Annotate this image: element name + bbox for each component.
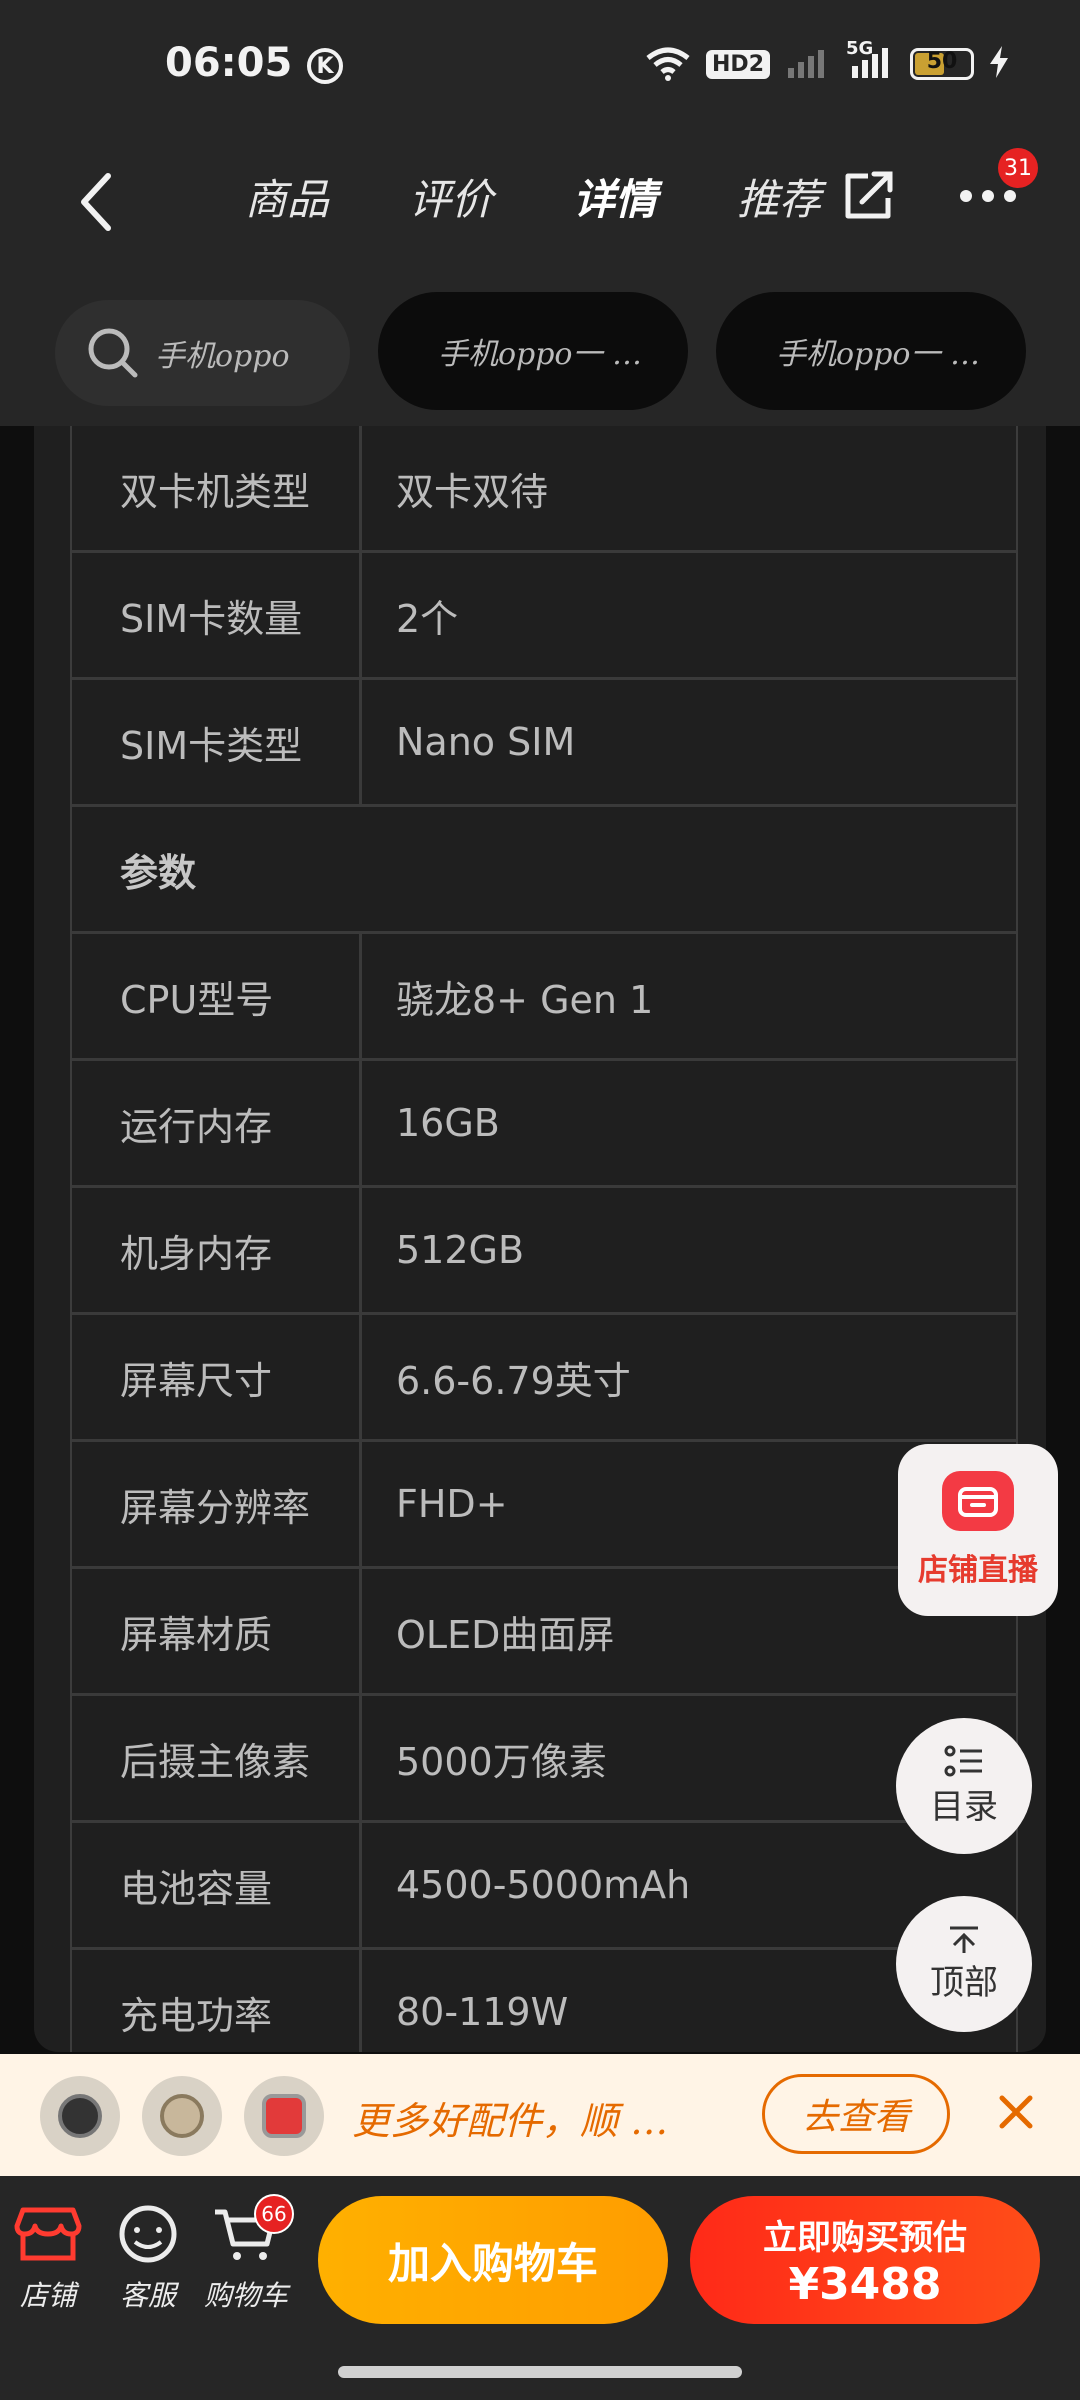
- status-bar: 06:05 K HD2 5G 50: [0, 0, 1080, 138]
- toc-button[interactable]: 目录: [896, 1718, 1032, 1854]
- back-icon[interactable]: [70, 162, 130, 242]
- nav-bar: 商品 评价 详情 推荐 31: [0, 138, 1080, 288]
- table-row: CPU型号 骁龙8+ Gen 1: [72, 934, 1016, 1061]
- search-chip-1[interactable]: 手机oppo一 …: [378, 292, 688, 410]
- bottom-action-bar: 店铺 客服 66 购物车 加入购物车 立即购买预估 ¥3488: [0, 2176, 1080, 2400]
- spec-key: 机身内存: [72, 1188, 362, 1312]
- store-icon: [14, 2207, 82, 2261]
- spec-key: 后摄主像素: [72, 1696, 362, 1820]
- spec-key: 屏幕材质: [72, 1569, 362, 1693]
- spec-key: 运行内存: [72, 1061, 362, 1185]
- spec-key: 屏幕尺寸: [72, 1315, 362, 1439]
- cart-tab[interactable]: 66 购物车: [204, 2194, 294, 2314]
- status-icons: HD2 5G 50: [644, 38, 1010, 84]
- top-label: 顶部: [930, 1962, 998, 2003]
- buy-now-button[interactable]: 立即购买预估 ¥3488: [690, 2196, 1040, 2324]
- charging-icon: [988, 44, 1010, 84]
- tab-recommend[interactable]: 推荐: [737, 166, 821, 227]
- search-icon: [88, 328, 138, 378]
- table-row: 屏幕分辨率 FHD+: [72, 1442, 1016, 1569]
- spec-key: SIM卡数量: [72, 553, 362, 677]
- table-row: 屏幕材质 OLED曲面屏: [72, 1569, 1016, 1696]
- spec-key: SIM卡类型: [72, 680, 362, 804]
- table-row: 运行内存 16GB: [72, 1061, 1016, 1188]
- close-icon[interactable]: [996, 2092, 1036, 2132]
- search-chip-label: 手机oppo一 …: [437, 337, 643, 372]
- service-icon: [119, 2205, 177, 2263]
- back-to-top-button[interactable]: 顶部: [896, 1896, 1032, 2032]
- spec-key: 屏幕分辨率: [72, 1442, 362, 1566]
- store-live-label: 店铺直播: [918, 1553, 1038, 1588]
- signal-1-icon: [784, 44, 832, 84]
- buy-now-price: ¥3488: [788, 2259, 942, 2310]
- promo-banner[interactable]: 更多好配件，顺 … 去查看: [0, 2054, 1080, 2176]
- spec-value: Nano SIM: [396, 720, 576, 764]
- spec-key: 双卡机类型: [72, 426, 362, 550]
- status-time: 06:05: [165, 40, 293, 86]
- product-thumbnail[interactable]: [40, 2076, 120, 2156]
- hd-badge: HD2: [706, 49, 770, 79]
- store-live-icon: [942, 1471, 1014, 1531]
- spec-value: 16GB: [396, 1101, 500, 1145]
- search-placeholder: 手机oppo: [155, 339, 290, 374]
- list-icon: [944, 1745, 982, 1776]
- table-row: SIM卡类型 Nano SIM: [72, 680, 1016, 807]
- table-row: SIM卡数量 2个: [72, 553, 1016, 680]
- tab-details[interactable]: 详情: [573, 166, 657, 227]
- search-chip-2[interactable]: 手机oppo一 …: [716, 292, 1026, 410]
- table-section-header: 参数: [72, 807, 1016, 934]
- spec-value: 骁龙8+ Gen 1: [396, 977, 654, 1022]
- table-row: 后摄主像素 5000万像素: [72, 1696, 1016, 1823]
- search-chip-label: 手机oppo一 …: [775, 337, 981, 372]
- search-box[interactable]: 手机oppo: [55, 300, 350, 406]
- search-row: 手机oppo 手机oppo一 … 手机oppo一 …: [0, 288, 1080, 426]
- spec-value: 2个: [396, 596, 459, 641]
- promo-text: 更多好配件，顺 …: [352, 2099, 669, 2143]
- toc-label: 目录: [930, 1786, 998, 1827]
- battery-icon: 50: [910, 48, 974, 80]
- cart-label: 购物车: [204, 2279, 289, 2312]
- arrow-up-icon: [950, 1926, 978, 1953]
- more-badge: 31: [998, 148, 1038, 188]
- spec-table: 双卡机类型 双卡双待 SIM卡数量 2个 SIM卡类型 Nano SIM 参数 CPU…: [70, 426, 1018, 2052]
- table-row: 机身内存 512GB: [72, 1188, 1016, 1315]
- tab-reviews[interactable]: 评价: [409, 166, 493, 227]
- cart-badge: 66: [254, 2194, 294, 2234]
- table-row: 充电功率 80-119W: [72, 1950, 1016, 2052]
- detail-content: 双卡机类型 双卡双待 SIM卡数量 2个 SIM卡类型 Nano SIM 参数 CPU…: [34, 426, 1046, 2052]
- store-tab[interactable]: 店铺: [8, 2204, 88, 2314]
- product-thumbnail[interactable]: [142, 2076, 222, 2156]
- section-title: 参数: [120, 850, 197, 895]
- spec-value: 6.6-6.79英寸: [396, 1358, 631, 1403]
- table-row: 双卡机类型 双卡双待: [72, 426, 1016, 553]
- spec-key: CPU型号: [72, 934, 362, 1058]
- add-to-cart-button[interactable]: 加入购物车: [318, 2196, 668, 2324]
- tab-bar: 商品 评价 详情 推荐: [245, 166, 821, 227]
- spec-key: 电池容量: [72, 1823, 362, 1947]
- spec-key: 充电功率: [72, 1950, 362, 2052]
- tab-product[interactable]: 商品: [245, 166, 329, 227]
- table-row: 屏幕尺寸 6.6-6.79英寸: [72, 1315, 1016, 1442]
- table-row: 电池容量 4500-5000mAh: [72, 1823, 1016, 1950]
- more-icon[interactable]: [958, 188, 1018, 204]
- share-icon[interactable]: [838, 166, 898, 226]
- app-k-icon: K: [307, 48, 343, 84]
- promo-view-button[interactable]: 去查看: [762, 2074, 950, 2154]
- signal-5g-icon: 5G: [846, 38, 896, 84]
- home-indicator[interactable]: [338, 2366, 742, 2378]
- store-live-button[interactable]: 店铺直播: [898, 1444, 1058, 1616]
- service-tab[interactable]: 客服: [108, 2204, 188, 2314]
- wifi-icon: [644, 46, 692, 82]
- service-label: 客服: [119, 2279, 176, 2312]
- spec-value: 双卡双待: [396, 469, 549, 514]
- store-label: 店铺: [19, 2279, 76, 2312]
- buy-now-label: 立即购买预估: [763, 2218, 967, 2258]
- product-thumbnail[interactable]: [244, 2076, 324, 2156]
- spec-value: 512GB: [396, 1228, 525, 1272]
